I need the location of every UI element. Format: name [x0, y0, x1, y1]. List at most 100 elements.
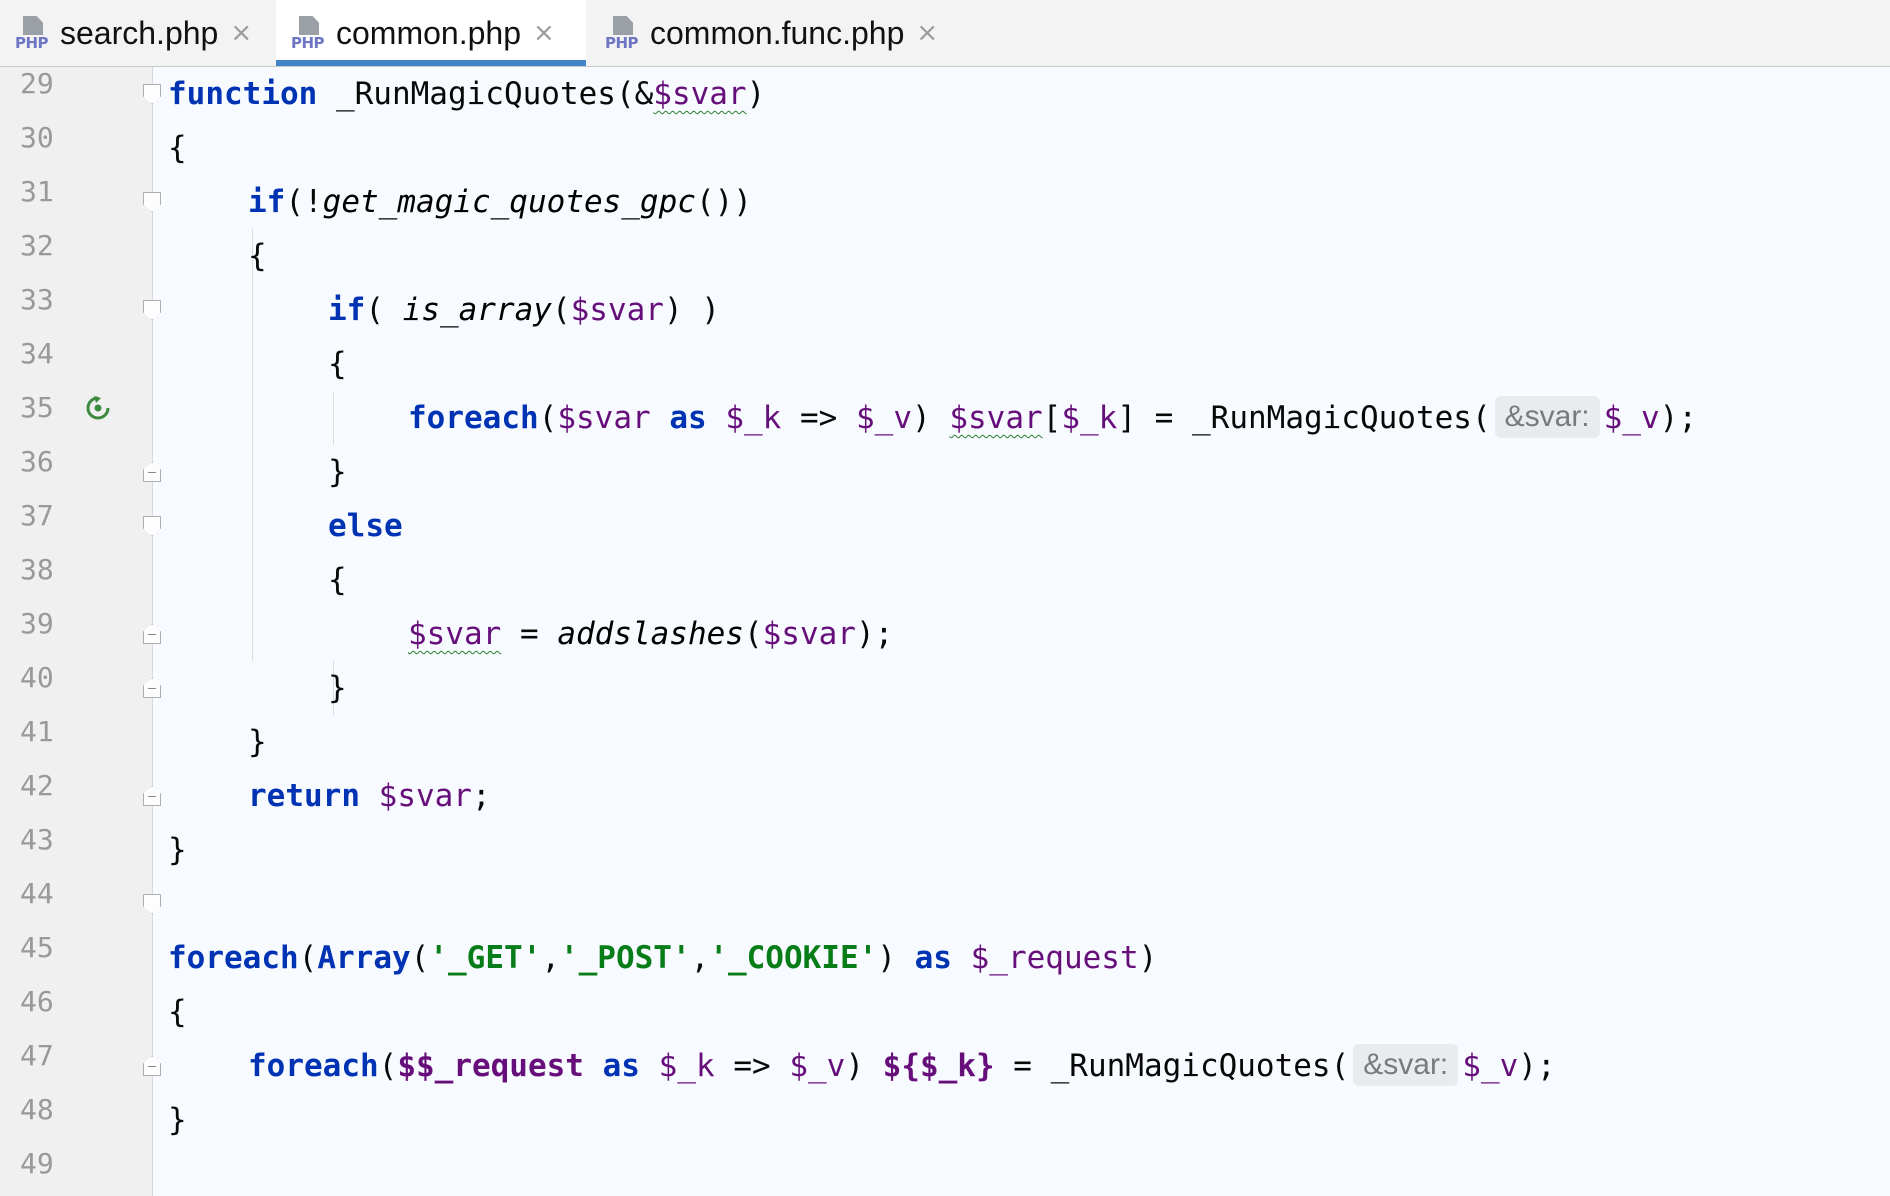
keyword: function [168, 76, 318, 112]
punctuation: [ [1042, 400, 1062, 436]
variable: $_k [658, 1048, 715, 1084]
punctuation: = _RunMagicQuotes( [994, 1048, 1350, 1084]
punctuation: ( [538, 400, 558, 436]
code-line-31: if(!get_magic_quotes_gpc()) [248, 175, 752, 229]
tab-common-func-php[interactable]: PHP common.func.php × [590, 0, 960, 66]
punctuation: ( [378, 1048, 398, 1084]
keyword: return [248, 778, 360, 814]
code-line-29: function _RunMagicQuotes(&$svar) [168, 67, 765, 121]
tab-common-php[interactable]: PHP common.php × [276, 0, 586, 66]
keyword: foreach [168, 940, 299, 976]
indent-guide [333, 391, 334, 445]
variable: $_k [1061, 400, 1118, 436]
keyword: as [914, 940, 952, 976]
close-icon[interactable]: × [916, 18, 938, 48]
brace: { [328, 346, 347, 382]
code-line-45: foreach(Array('_GET','_POST','_COOKIE') … [168, 931, 1157, 985]
variable: $_v [789, 1048, 846, 1084]
punctuation: (! [285, 184, 323, 220]
punctuation: ); [855, 616, 894, 652]
punctuation: ) ) [663, 292, 720, 328]
variable: $_v [1462, 1048, 1519, 1084]
code-line-39: $svar = addslashes($svar); [408, 607, 893, 661]
line-number: 48 [20, 1093, 54, 1126]
editor-tab-bar: PHP search.php × PHP common.php × PHP co… [0, 0, 1890, 67]
brace: { [248, 238, 267, 274]
php-file-icon: PHP [604, 13, 644, 53]
line-number: 42 [20, 769, 54, 802]
brace: } [248, 724, 267, 760]
keyword: Array [317, 940, 411, 976]
code-line-48: } [168, 1093, 187, 1147]
punctuation: ()) [695, 184, 752, 220]
brace: { [168, 130, 187, 166]
variable: $svar [408, 616, 502, 652]
close-icon[interactable]: × [230, 18, 252, 48]
variable: $_k [725, 400, 782, 436]
line-number: 44 [20, 877, 54, 910]
variable: $svar [557, 400, 651, 436]
close-icon[interactable]: × [533, 18, 555, 48]
tab-label: common.php [336, 14, 521, 51]
string-literal: '_COOKIE' [709, 940, 878, 976]
variable: $svar [653, 76, 747, 112]
variable: $svar [570, 292, 664, 328]
code-line-36: } [328, 445, 347, 499]
keyword: foreach [248, 1048, 379, 1084]
tab-search-php[interactable]: PHP search.php × [0, 0, 276, 66]
variable: $_v [856, 400, 912, 436]
code-line-32: { [248, 229, 267, 283]
keyword: else [328, 508, 403, 544]
operator: => [733, 1048, 771, 1084]
line-number: 32 [20, 229, 54, 262]
punctuation: ; [471, 778, 491, 814]
operator: = [501, 616, 558, 652]
variable: $svar [949, 400, 1043, 436]
code-line-46: { [168, 985, 187, 1039]
punctuation: ( [410, 940, 430, 976]
variable: $_request [970, 940, 1139, 976]
line-number: 43 [20, 823, 54, 856]
function-call: is_array [402, 292, 552, 328]
brace: } [328, 670, 347, 706]
line-number: 35 [20, 391, 54, 424]
line-number: 33 [20, 283, 54, 316]
variable: $svar [378, 778, 472, 814]
indent-guide [252, 229, 253, 661]
line-number: 40 [20, 661, 54, 694]
function-name: _RunMagicQuotes [335, 76, 616, 112]
punctuation: ( [365, 292, 403, 328]
punctuation: ); [1659, 400, 1697, 436]
line-number-gutter[interactable]: 29 30 31 32 33 34 35 36 37 38 39 40 41 4… [0, 67, 153, 1196]
punctuation: ) [1138, 940, 1158, 976]
variable: $$_request [397, 1048, 584, 1084]
brace: { [328, 562, 347, 598]
operator: => [800, 400, 838, 436]
variable: $svar [762, 616, 856, 652]
line-number: 38 [20, 553, 54, 586]
tab-label: search.php [60, 14, 219, 51]
punctuation: ( [551, 292, 571, 328]
line-number: 36 [20, 445, 54, 478]
code-line-38: { [328, 553, 347, 607]
punctuation: ] = _RunMagicQuotes( [1117, 400, 1491, 436]
line-number: 47 [20, 1039, 54, 1072]
line-number: 41 [20, 715, 54, 748]
recursion-icon[interactable] [84, 394, 112, 422]
line-number: 46 [20, 985, 54, 1018]
parameter-hint: &svar: [1494, 395, 1600, 438]
code-line-35: foreach($svar as $_k => $_v) $svar[$_k] … [408, 391, 1697, 445]
punctuation: , [541, 940, 560, 976]
punctuation: ) [912, 400, 931, 436]
keyword: if [328, 292, 366, 328]
code-editor[interactable]: 29 30 31 32 33 34 35 36 37 38 39 40 41 4… [0, 67, 1890, 1196]
code-line-43: } [168, 823, 187, 877]
line-number: 45 [20, 931, 54, 964]
punctuation: (& [615, 76, 654, 112]
line-number: 37 [20, 499, 54, 532]
punctuation: ); [1518, 1048, 1556, 1084]
code-line-30: { [168, 121, 187, 175]
php-file-icon: PHP [290, 13, 330, 53]
parameter-hint: &svar: [1353, 1043, 1459, 1086]
variable: $_v [1603, 400, 1660, 436]
